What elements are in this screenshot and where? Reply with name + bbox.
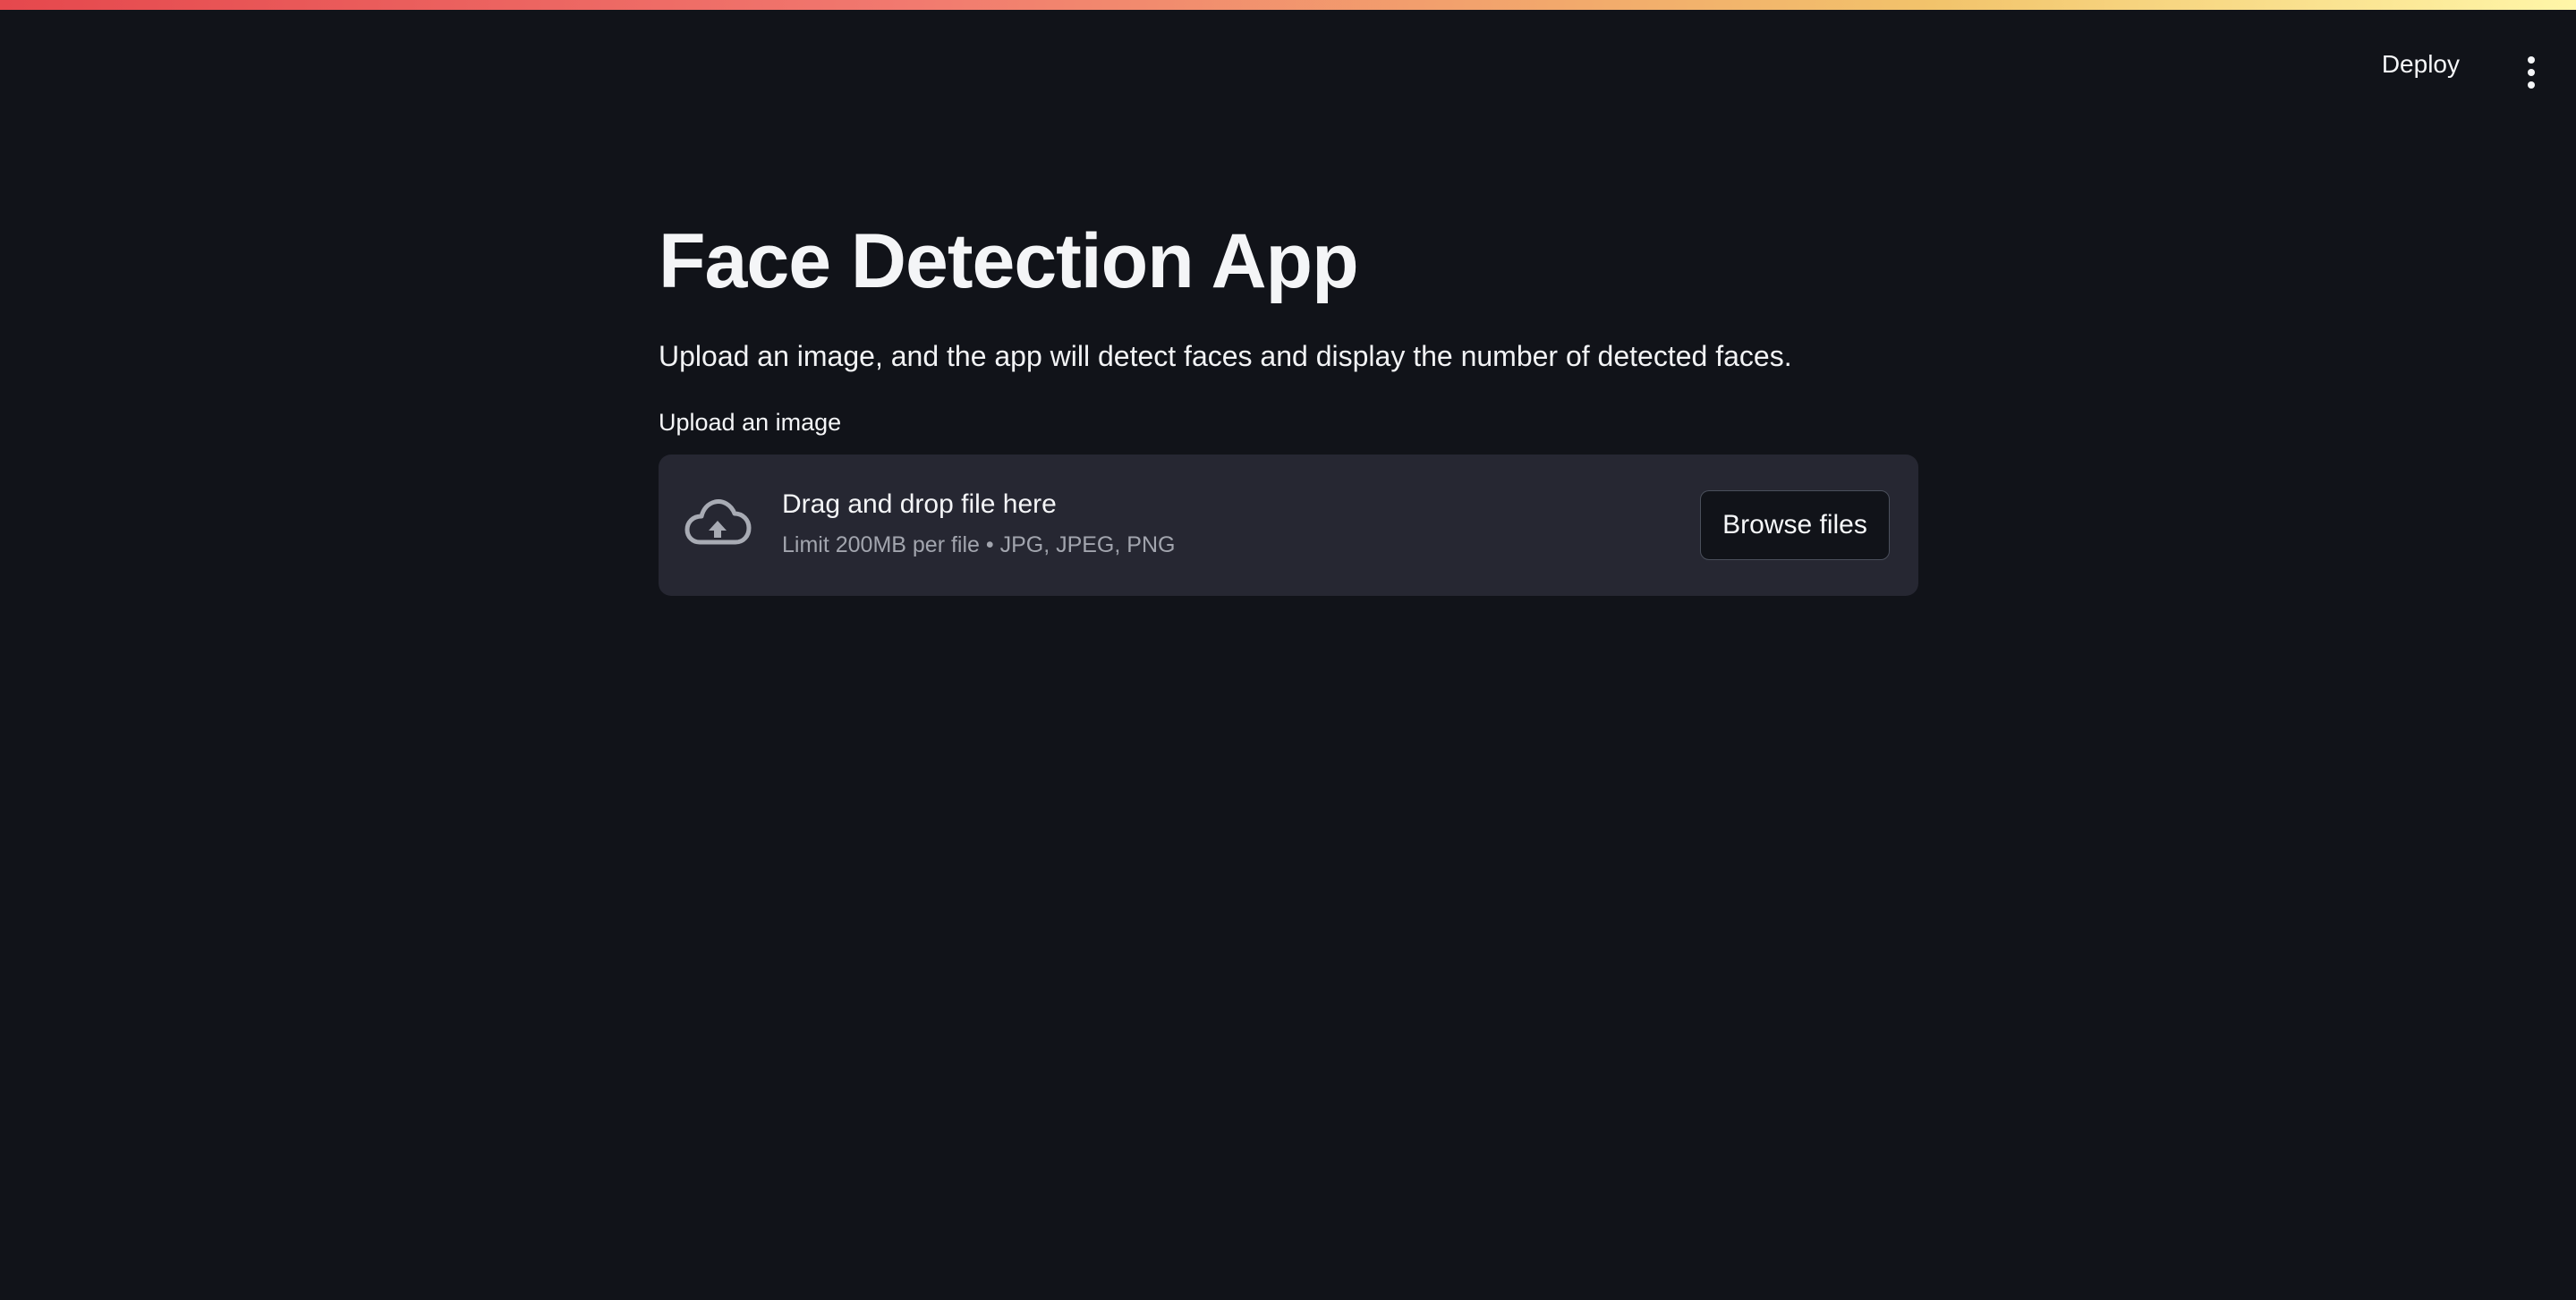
dropzone-text-group: Drag and drop file here Limit 200MB per …: [782, 489, 1175, 558]
main-menu-button[interactable]: [2519, 56, 2544, 89]
top-decoration-bar: [0, 0, 2576, 10]
app-header: Deploy: [0, 10, 2576, 133]
dropzone-title: Drag and drop file here: [782, 489, 1057, 519]
main-content: Face Detection App Upload an image, and …: [659, 219, 1918, 596]
deploy-button[interactable]: Deploy: [2382, 52, 2460, 77]
file-uploader-label: Upload an image: [659, 408, 842, 436]
file-dropzone[interactable]: Drag and drop file here Limit 200MB per …: [659, 454, 1918, 596]
cloud-upload-icon: [684, 499, 752, 545]
vertical-ellipsis-icon: [2519, 56, 2544, 89]
page-description: Upload an image, and the app will detect…: [659, 339, 1792, 372]
file-limit-text: Limit 200MB per file • JPG, JPEG, PNG: [782, 531, 1176, 557]
browse-files-button[interactable]: Browse files: [1700, 489, 1890, 560]
page-title: Face Detection App: [659, 218, 1359, 304]
